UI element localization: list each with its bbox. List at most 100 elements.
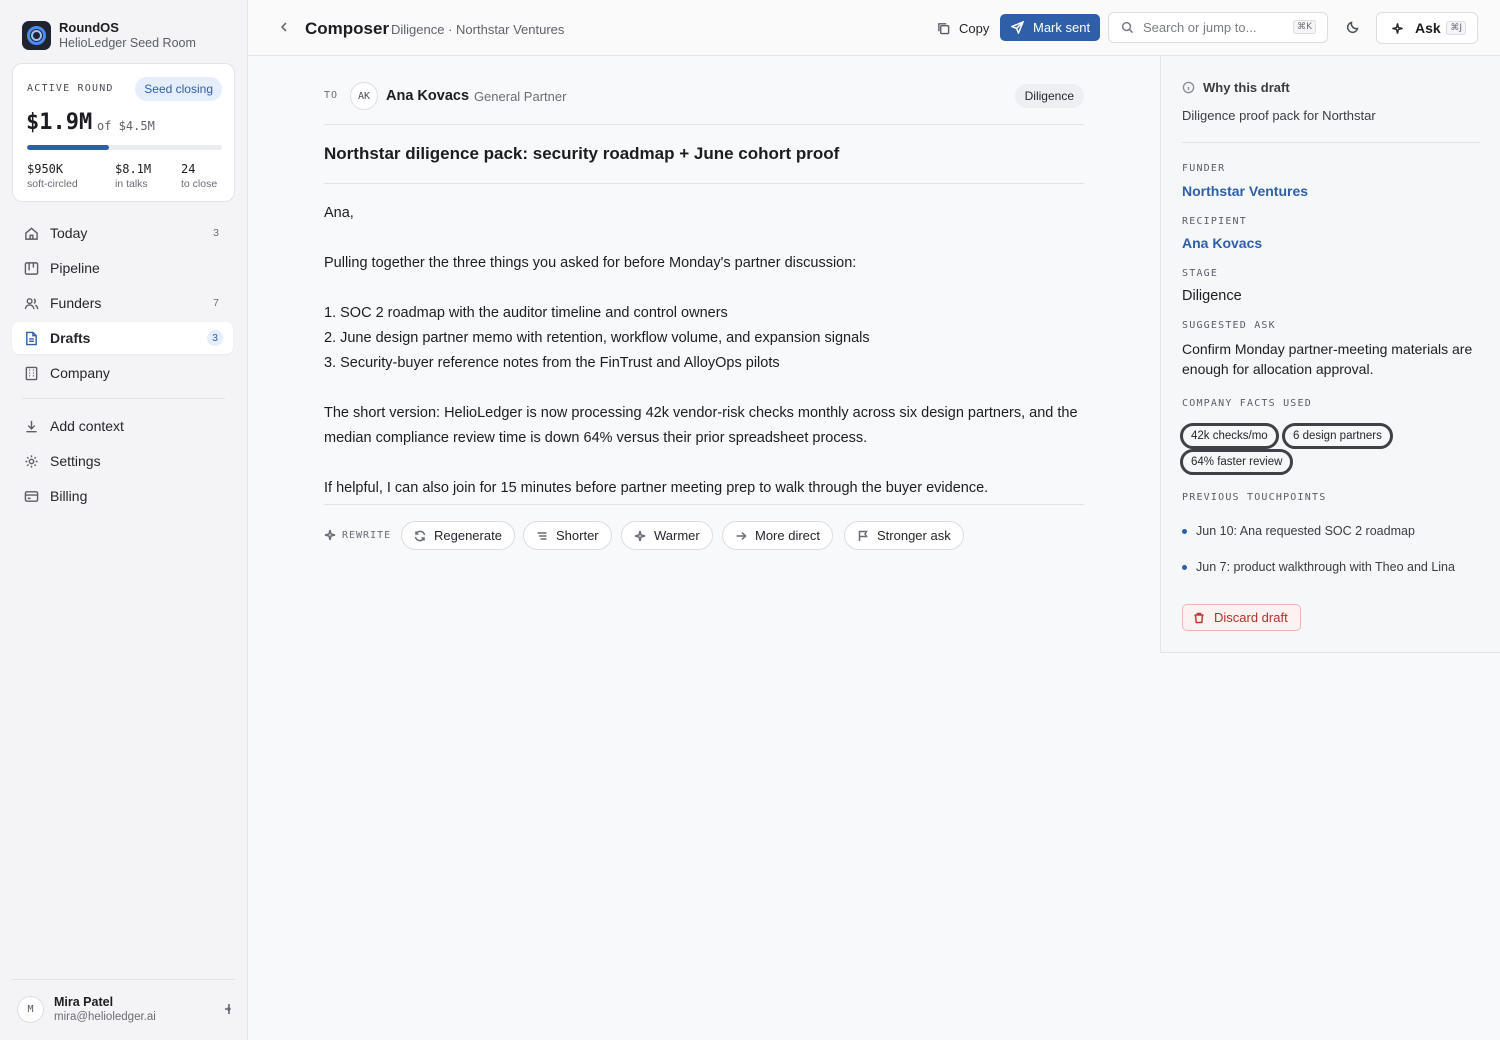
info-icon: [1182, 81, 1195, 94]
logout-icon[interactable]: [217, 1002, 232, 1016]
mark-sent-button[interactable]: Mark sent: [1000, 14, 1100, 41]
sidebar-item-label: Funders: [50, 295, 102, 311]
shorter-label: Shorter: [556, 528, 599, 543]
fact-chip[interactable]: 64% faster review: [1180, 449, 1294, 475]
discard-draft-label: Discard draft: [1214, 610, 1288, 625]
recipient-label: RECIPIENT: [1182, 216, 1247, 227]
trash-icon: [1194, 612, 1204, 623]
users-icon: [23, 295, 39, 311]
search-box[interactable]: ⌘K: [1108, 12, 1328, 43]
recipient-role: · General Partner: [466, 89, 567, 104]
more-direct-button[interactable]: More direct: [722, 521, 834, 550]
warmer-button[interactable]: Warmer: [621, 521, 713, 550]
stat-value: $8.1M: [115, 162, 152, 176]
recipient-link[interactable]: Ana Kovacs: [1182, 235, 1262, 251]
recipient-row: TO AK Ana Kovacs · General Partner Dilig…: [324, 82, 1084, 125]
copy-button-label: Copy: [959, 20, 990, 36]
to-label: TO: [324, 90, 339, 101]
avatar: M: [17, 996, 44, 1023]
sidebar-item-label: Pipeline: [50, 260, 100, 276]
ask-button-label: Ask: [1415, 20, 1441, 36]
sidebar-item-add-context[interactable]: Add context: [12, 410, 233, 442]
flag-icon: [858, 530, 868, 541]
warmer-label: Warmer: [654, 528, 700, 543]
sparkle-icon: [324, 529, 336, 541]
sparkle-icon: [1392, 22, 1403, 34]
brand[interactable]: RoundOS HelioLedger Seed Room: [22, 20, 196, 51]
why-description: Diligence proof pack for Northstar: [1182, 108, 1376, 123]
body-list: 1. SOC 2 roadmap with the auditor timeli…: [324, 301, 1084, 376]
ask-button[interactable]: Ask ⌘J: [1376, 12, 1478, 44]
sidebar-item-count: 3: [213, 227, 219, 239]
touchpoint-item: Jun 7: product walkthrough with Theo and…: [1182, 560, 1455, 574]
email-subject[interactable]: Northstar diligence pack: security roadm…: [324, 144, 839, 164]
sidebar-item-pipeline[interactable]: Pipeline: [12, 252, 233, 284]
kanban-icon: [23, 260, 39, 276]
round-status-badge: Seed closing: [135, 77, 222, 101]
active-round-card[interactable]: ACTIVE ROUND Seed closing $1.9M of $4.5M…: [12, 63, 235, 202]
sidebar: RoundOS HelioLedger Seed Room ACTIVE ROU…: [0, 0, 248, 1040]
sidebar-item-funders[interactable]: Funders 7: [12, 287, 233, 319]
stat-value: $950K: [27, 162, 64, 176]
user-profile[interactable]: M Mira Patel mira@helioledger.ai: [17, 995, 156, 1024]
regenerate-button[interactable]: Regenerate: [401, 521, 515, 550]
draft-context-panel: Why this draft Diligence proof pack for …: [1160, 56, 1500, 653]
sidebar-item-label: Company: [50, 365, 110, 381]
back-chevron-icon[interactable]: [277, 20, 291, 34]
copy-icon: [938, 22, 950, 34]
recipient-name[interactable]: Ana Kovacs: [386, 88, 469, 104]
email-body[interactable]: Ana, Pulling together the three things y…: [324, 201, 1084, 526]
body-divider: [324, 504, 1084, 505]
recipient-avatar: AK: [350, 82, 378, 110]
roundos-logo-icon: [22, 21, 51, 50]
sidebar-item-settings[interactable]: Settings: [12, 445, 233, 477]
mark-sent-label: Mark sent: [1033, 20, 1091, 35]
touchpoints-label: PREVIOUS TOUCHPOINTS: [1182, 492, 1327, 503]
download-icon: [23, 418, 39, 434]
ask-shortcut: ⌘J: [1446, 21, 1466, 35]
discard-draft-button[interactable]: Discard draft: [1182, 604, 1301, 631]
stat-soft-circled: $950K soft-circled: [27, 162, 78, 191]
stage-value: Diligence: [1182, 288, 1242, 304]
nav-divider: [22, 398, 225, 399]
sidebar-item-billing[interactable]: Billing: [12, 480, 233, 512]
touchpoint-text: Jun 7: product walkthrough with Theo and…: [1196, 560, 1455, 574]
rewrite-label: REWRITE: [324, 529, 391, 541]
topbar: Composer Diligence · Northstar Ventures …: [248, 0, 1500, 56]
suggested-ask-text: Confirm Monday partner-meeting materials…: [1182, 341, 1473, 377]
bullet-dot: [1182, 528, 1187, 534]
page-title: Composer: [305, 19, 390, 38]
rewrite-label-text: REWRITE: [342, 529, 392, 541]
sidebar-item-label: Today: [50, 225, 88, 241]
stronger-ask-button[interactable]: Stronger ask: [844, 521, 964, 550]
fact-chip[interactable]: 42k checks/mo: [1180, 423, 1279, 449]
user-email: mira@helioledger.ai: [54, 1011, 156, 1023]
search-input[interactable]: [1143, 20, 1293, 35]
fact-chip[interactable]: 6 design partners: [1282, 423, 1393, 449]
sidebar-item-count: 3: [207, 330, 223, 346]
bullet-dot: [1182, 564, 1187, 570]
sidebar-item-drafts[interactable]: Drafts 3: [12, 322, 233, 354]
panel-divider: [1182, 142, 1480, 143]
list-item: 2. June design partner memo with retenti…: [324, 330, 870, 346]
round-raised-amount: $1.9M: [26, 110, 93, 135]
funder-link[interactable]: Northstar Ventures: [1182, 183, 1308, 199]
search-shortcut: ⌘K: [1293, 20, 1316, 34]
sidebar-item-label: Settings: [50, 453, 101, 469]
sidebar-item-today[interactable]: Today 3: [12, 217, 233, 249]
stage-label: STAGE: [1182, 268, 1219, 279]
round-progress-bar: [27, 145, 222, 150]
shorter-button[interactable]: Shorter: [523, 521, 612, 550]
sidebar-item-company[interactable]: Company: [12, 357, 233, 389]
touchpoint-item: Jun 10: Ana requested SOC 2 roadmap: [1182, 524, 1415, 538]
body-greeting: Ana,: [324, 205, 354, 221]
suggested-ask-label: SUGGESTED ASK: [1182, 320, 1276, 331]
sidebar-item-count: 7: [213, 297, 219, 309]
moon-icon[interactable]: [1346, 20, 1360, 34]
home-icon: [23, 225, 39, 241]
copy-button[interactable]: Copy: [929, 14, 997, 42]
search-icon: [1121, 21, 1134, 34]
subject-divider: [324, 183, 1084, 184]
list-item: 3. Security-buyer reference notes from t…: [324, 355, 780, 371]
round-progress-fill: [27, 145, 109, 150]
